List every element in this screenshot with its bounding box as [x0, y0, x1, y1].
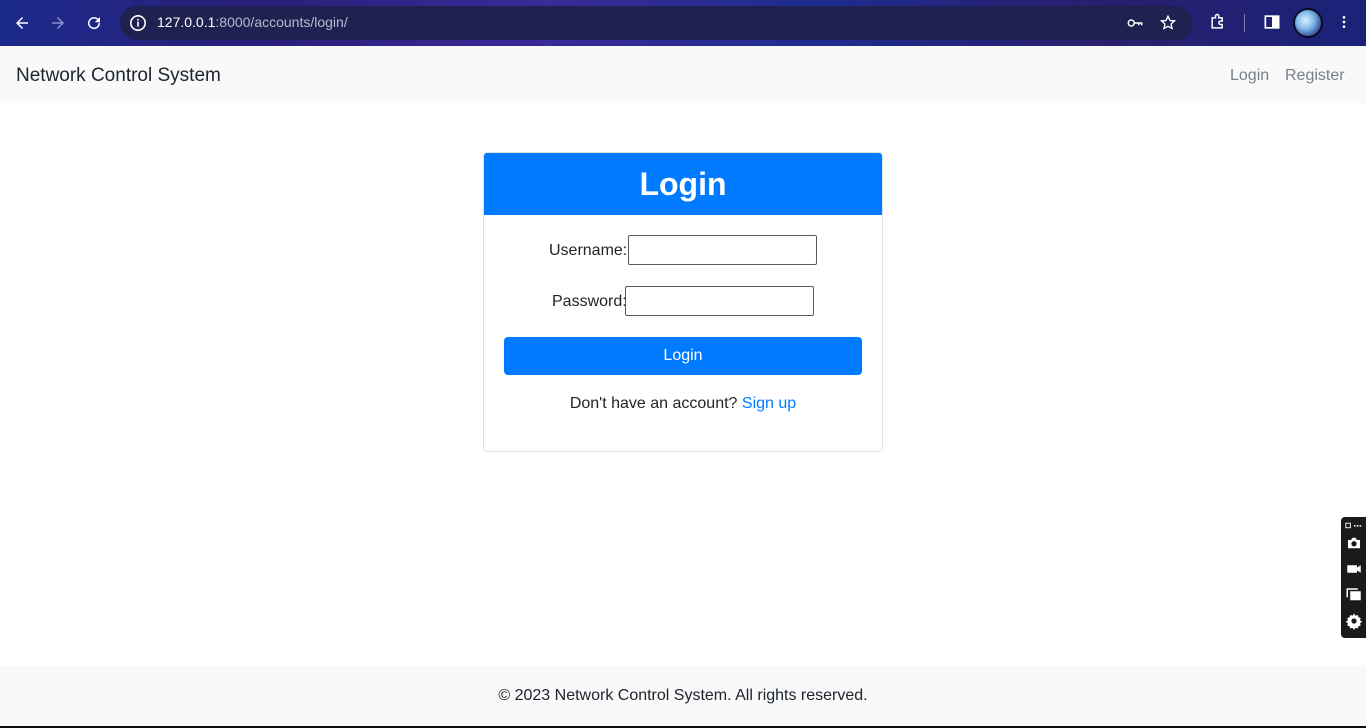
browser-toolbar: 127.0.0.1:8000/accounts/login/: [0, 0, 1366, 46]
forward-arrow-icon[interactable]: [44, 9, 72, 37]
reload-icon[interactable]: [80, 9, 108, 37]
avatar[interactable]: [1293, 8, 1323, 38]
login-card: Login Username: Password: Login Don't ha…: [483, 152, 883, 452]
address-bar[interactable]: 127.0.0.1:8000/accounts/login/: [120, 6, 1192, 40]
star-icon[interactable]: [1159, 14, 1177, 32]
password-input[interactable]: [625, 286, 814, 316]
app-navbar: Network Control System Login Register: [0, 46, 1366, 103]
extensions-icon[interactable]: [1208, 12, 1228, 36]
username-label: Username:: [549, 242, 628, 259]
username-input[interactable]: [628, 235, 817, 265]
login-button[interactable]: Login: [504, 337, 862, 375]
toolbar-grip-icon[interactable]: [1343, 518, 1365, 532]
video-icon[interactable]: [1343, 558, 1365, 580]
url-host: 127.0.0.1: [157, 14, 216, 30]
footer: © 2023 Network Control System. All right…: [0, 666, 1366, 726]
nav-register-link[interactable]: Register: [1285, 67, 1345, 85]
page-title: Login: [639, 165, 727, 202]
toolbar-divider: [1244, 14, 1245, 32]
url-path: :8000/accounts/login/: [215, 14, 348, 30]
url-text[interactable]: 127.0.0.1:8000/accounts/login/: [157, 14, 348, 30]
footer-text: © 2023 Network Control System. All right…: [498, 687, 868, 704]
signup-prompt: Don't have an account? Sign up: [484, 395, 882, 413]
gear-icon[interactable]: [1343, 610, 1365, 632]
site-info-icon[interactable]: [128, 13, 148, 33]
password-label: Password:: [552, 293, 627, 310]
kebab-menu-icon[interactable]: [1336, 12, 1352, 36]
nav-login-link[interactable]: Login: [1230, 67, 1269, 85]
side-panel-icon[interactable]: [1262, 12, 1282, 36]
key-icon[interactable]: [1126, 14, 1144, 32]
camera-icon[interactable]: [1343, 532, 1365, 554]
card-header: Login: [484, 153, 882, 215]
windows-icon[interactable]: [1343, 584, 1365, 606]
back-arrow-icon[interactable]: [8, 9, 36, 37]
signup-link[interactable]: Sign up: [742, 395, 796, 412]
signup-prompt-text: Don't have an account?: [569, 395, 738, 412]
brand-link[interactable]: Network Control System: [16, 65, 221, 87]
capture-toolbar: [1341, 517, 1366, 638]
